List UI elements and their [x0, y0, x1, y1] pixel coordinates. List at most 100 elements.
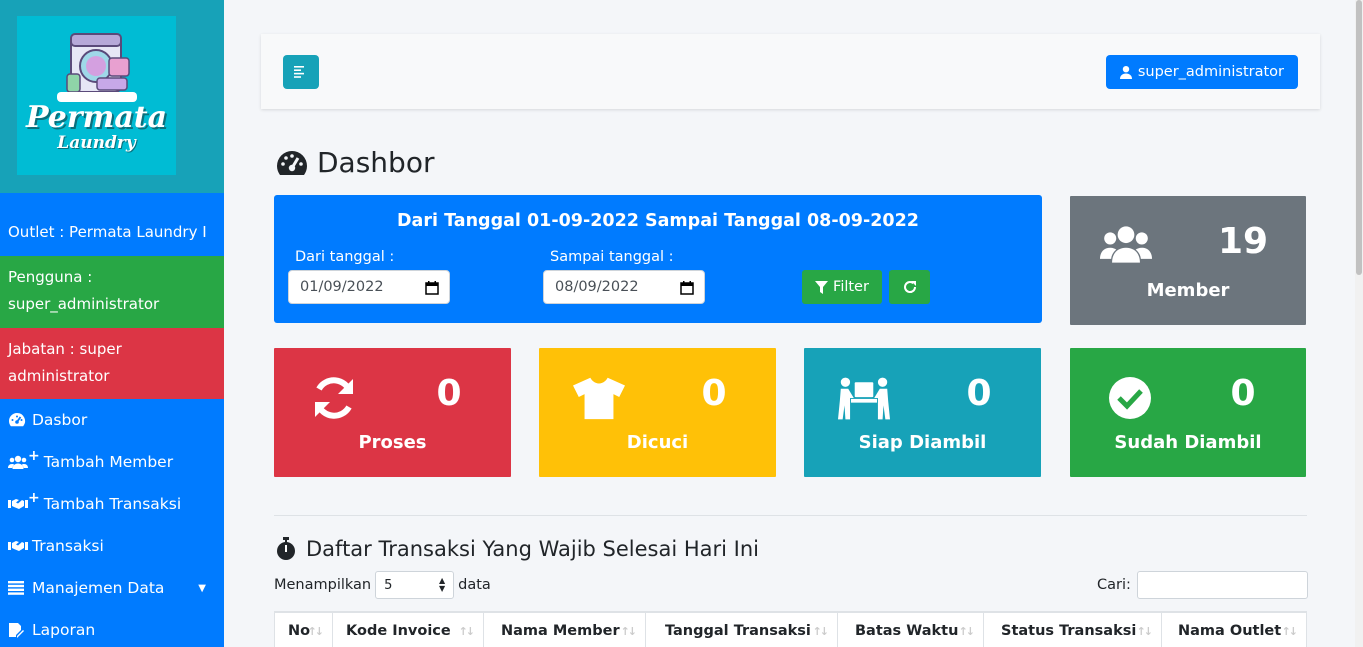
reset-filter-button[interactable] [889, 270, 930, 304]
dicuci-stat-card[interactable]: 0 Dicuci [539, 348, 776, 477]
sidebar-item-tambah-member[interactable]: + Tambah Member [0, 441, 224, 483]
sidebar-item-manajemen-data[interactable]: Manajemen Data ▼ [0, 567, 224, 609]
sidebar-item-label: Transaksi [32, 537, 104, 555]
sidebar-item-transaksi[interactable]: Transaksi [0, 525, 224, 567]
from-date-value: 01/09/2022 [300, 279, 384, 295]
column-header-kode-invoice[interactable]: Kode Invoice ↑↓ [333, 613, 484, 647]
sidebar-item-label: Tambah Member [43, 453, 174, 471]
user-value: super_administrator [8, 295, 160, 313]
sort-icon: ↑↓ [958, 625, 976, 638]
calendar-icon[interactable] [680, 280, 694, 295]
siap-diambil-label: Siap Diambil [858, 432, 987, 453]
page-length-value: 5 [384, 577, 393, 593]
search-label: Cari: [1097, 577, 1131, 593]
sidebar-item-laporan[interactable]: Laporan [0, 609, 224, 647]
user-menu-button[interactable]: super_administrator [1105, 55, 1298, 89]
sort-icon: ↑↓ [812, 625, 830, 638]
logo-area: Permata Laundry [0, 0, 224, 193]
check-circle-icon [1104, 372, 1156, 424]
page-scrollbar[interactable] [1355, 0, 1363, 647]
logo[interactable]: Permata Laundry [17, 16, 176, 175]
filter-icon [815, 280, 829, 294]
sidebar-item-label: Dasbor [32, 411, 88, 429]
tachometer-icon [8, 412, 32, 428]
role-label: Jabatan : super [8, 340, 122, 358]
sidebar-item-tambah-transaksi[interactable]: + Tambah Transaksi [0, 483, 224, 525]
column-label: Tanggal Transaksi [665, 623, 811, 639]
sidebar-toggle-button[interactable] [283, 55, 319, 89]
align-left-icon [294, 66, 304, 78]
report-icon [8, 622, 32, 638]
to-date-label: Sampai tanggal : [550, 249, 674, 265]
siap-diambil-stat-card[interactable]: 0 Siap Diambil [804, 348, 1041, 477]
user-info: Pengguna : super_administrator [0, 256, 224, 328]
column-header-batas-waktu[interactable]: Batas Waktu ↑↓ [838, 613, 984, 647]
redo-icon [903, 281, 916, 293]
member-count: 19 [1217, 221, 1269, 262]
page-length-select[interactable]: 5 ▲ ▼ [375, 571, 455, 599]
user-button-label: super_administrator [1137, 64, 1284, 80]
filter-button-label: Filter [833, 279, 869, 295]
show-suffix: data [458, 577, 491, 593]
users-icon [8, 455, 30, 469]
column-header-tanggal-transaksi[interactable]: Tanggal Transaksi ↑↓ [646, 613, 838, 647]
select-arrows-icon: ▲ ▼ [438, 576, 446, 593]
filter-button[interactable]: Filter [802, 270, 882, 304]
users-icon [1100, 218, 1152, 270]
sidebar-item-label: Tambah Transaksi [43, 495, 182, 513]
to-date-value: 08/09/2022 [555, 279, 639, 295]
caret-down-icon: ▼ [198, 582, 206, 594]
from-date-label: Dari tanggal : [295, 249, 395, 265]
scrollbar-thumb[interactable] [1356, 0, 1362, 275]
column-label: Nama Member [501, 623, 620, 639]
sort-icon: ↑↓ [620, 625, 638, 638]
sudah-diambil-stat-card[interactable]: 0 Sudah Diambil [1070, 348, 1306, 477]
logo-subtitle: Laundry [57, 133, 136, 153]
sort-icon: ↑↓ [458, 625, 476, 638]
sudah-diambil-label: Sudah Diambil [1114, 432, 1262, 453]
member-stat-card[interactable]: 19 Member [1070, 196, 1306, 325]
proses-count: 0 [436, 373, 462, 414]
column-label: Status Transaksi [1001, 623, 1137, 639]
column-header-nama-outlet[interactable]: Nama Outlet ↑↓ [1162, 613, 1307, 647]
to-date-input[interactable]: 08/09/2022 [543, 270, 705, 304]
sidebar-item-label: Laporan [32, 621, 96, 639]
stopwatch-icon [277, 537, 295, 560]
date-filter-card: Dari Tanggal 01-09-2022 Sampai Tanggal 0… [274, 195, 1042, 323]
sidebar-item-dasbor[interactable]: Dasbor [0, 399, 224, 441]
role-value: administrator [8, 367, 110, 385]
user-label: Pengguna : [8, 268, 93, 286]
proses-stat-card[interactable]: 0 Proses [274, 348, 511, 477]
tshirt-icon [573, 372, 625, 424]
outlet-info: Outlet : Permata Laundry I [8, 223, 207, 241]
from-date-input[interactable]: 01/09/2022 [288, 270, 450, 304]
plus-icon: + [28, 490, 40, 506]
sync-icon [308, 372, 360, 424]
filter-title: Dari Tanggal 01-09-2022 Sampai Tanggal 0… [397, 211, 919, 231]
top-navbar: super_administrator [261, 34, 1320, 109]
proses-label: Proses [358, 432, 427, 453]
show-prefix: Menampilkan [274, 577, 372, 593]
page-title-text: Dashbor [317, 146, 435, 179]
handshake-icon [8, 540, 32, 552]
column-header-nama-member[interactable]: Nama Member ↑↓ [484, 613, 646, 647]
column-label: Kode Invoice [346, 623, 451, 639]
column-header-status-transaksi[interactable]: Status Transaksi ↑↓ [984, 613, 1162, 647]
search-input[interactable] [1136, 571, 1308, 599]
column-header-no[interactable]: No ↑↓ [275, 613, 333, 647]
plus-icon: + [28, 448, 40, 464]
page-title: Dashbor [275, 146, 434, 179]
column-label: Nama Outlet [1178, 623, 1282, 639]
people-carry-icon [838, 372, 890, 424]
dicuci-label: Dicuci [626, 432, 689, 453]
table-header: No ↑↓ Kode Invoice ↑↓ Nama Member ↑↓ Tangga… [274, 611, 1307, 647]
siap-diambil-count: 0 [966, 373, 992, 414]
member-label: Member [1146, 280, 1230, 301]
tachometer-icon [277, 150, 307, 175]
dicuci-count: 0 [701, 373, 727, 414]
section-title-text: Daftar Transaksi Yang Wajib Selesai Hari… [306, 537, 759, 561]
calendar-icon[interactable] [425, 280, 439, 295]
table-length-control: Menampilkan 5 ▲ ▼ data [274, 571, 491, 599]
divider [274, 515, 1307, 516]
sort-icon: ↑↓ [1281, 625, 1299, 638]
